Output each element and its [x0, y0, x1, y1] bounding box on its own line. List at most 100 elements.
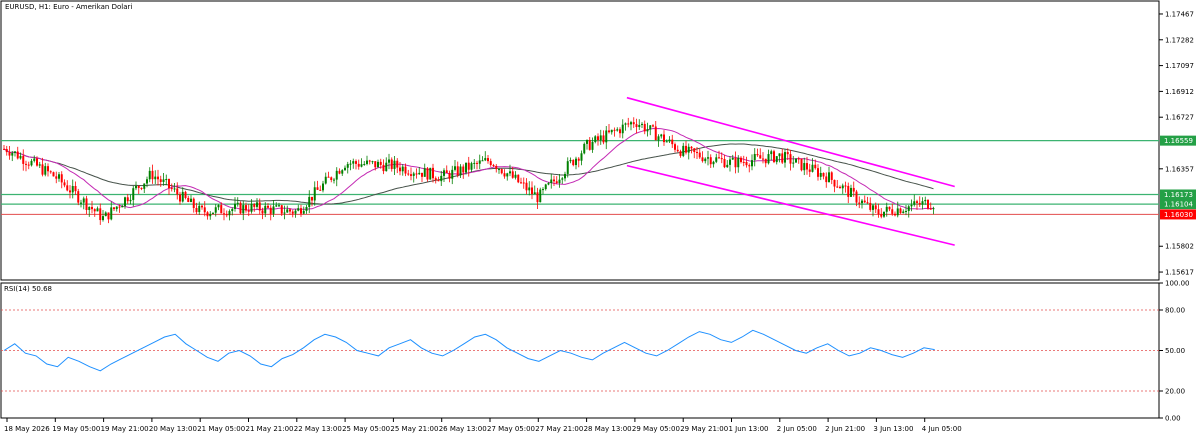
- candle-body: [151, 170, 154, 180]
- candle-body: [665, 141, 668, 143]
- candle-body: [830, 172, 833, 180]
- candle-body: [525, 182, 528, 191]
- candle-body: [302, 210, 305, 214]
- candle-body: [291, 211, 294, 214]
- candle-body: [506, 173, 509, 177]
- candle-body: [539, 189, 542, 203]
- candle-body: [759, 155, 762, 159]
- candle-body: [60, 174, 63, 183]
- candle-body: [476, 162, 478, 164]
- level-tag: 1.16173: [1164, 191, 1193, 199]
- candle-body: [234, 203, 236, 209]
- candle-body: [715, 157, 718, 162]
- candle-body: [913, 201, 916, 205]
- candle-body: [484, 158, 487, 161]
- candle-body: [550, 179, 553, 184]
- time-tick-label: 2 Jun 21:00: [825, 425, 865, 433]
- candle-body: [858, 202, 861, 204]
- candle-body: [220, 205, 223, 214]
- candle-body: [514, 174, 517, 178]
- candle-body: [225, 214, 228, 216]
- candle-body: [836, 186, 839, 188]
- candle-body: [811, 164, 814, 172]
- candle-body: [553, 179, 555, 182]
- candle-body: [55, 176, 58, 179]
- candle-body: [742, 161, 745, 163]
- candle-body: [503, 173, 506, 177]
- channel-line: [626, 96, 955, 188]
- candle-body: [751, 160, 753, 167]
- price-tick-label: 1.17097: [1165, 62, 1194, 70]
- price-tick-label: 1.17467: [1165, 10, 1194, 18]
- candle-body: [228, 211, 231, 216]
- candle-body: [434, 178, 437, 181]
- candle-body: [74, 186, 77, 192]
- channel-line: [626, 164, 955, 246]
- candle-body: [184, 191, 187, 198]
- candle-body: [366, 160, 368, 164]
- price-tick-label: 1.16727: [1165, 114, 1194, 122]
- time-tick-label: 21 May 05:00: [197, 425, 245, 433]
- candle-body: [861, 200, 863, 204]
- candle-body: [492, 165, 495, 167]
- candle-body: [863, 200, 866, 203]
- candle-body: [509, 171, 511, 174]
- candle-body: [597, 136, 599, 141]
- candle-body: [569, 159, 572, 162]
- candle-body: [236, 202, 239, 204]
- candle-body: [363, 163, 366, 165]
- candle-body: [217, 205, 220, 208]
- candle-body: [844, 185, 847, 187]
- candle-body: [762, 158, 764, 160]
- candle-body: [847, 185, 850, 197]
- candle-body: [605, 130, 608, 143]
- candle-body: [806, 163, 808, 170]
- candle-body: [390, 159, 393, 169]
- candle-body: [129, 199, 132, 202]
- candle-body: [297, 208, 300, 211]
- candle-body: [511, 171, 514, 178]
- candle-body: [36, 158, 38, 166]
- candle-body: [443, 170, 445, 176]
- candle-body: [209, 213, 212, 217]
- candle-body: [729, 159, 731, 165]
- candle-body: [874, 205, 877, 210]
- candle-body: [30, 160, 33, 166]
- candle-body: [687, 146, 690, 153]
- candle-body: [137, 185, 140, 188]
- candle-body: [663, 134, 665, 143]
- candle-body: [66, 185, 69, 191]
- candle-body: [544, 184, 547, 190]
- candle-body: [250, 204, 253, 212]
- candle-body: [817, 168, 819, 177]
- candle-body: [888, 206, 891, 210]
- candle-body: [467, 162, 470, 170]
- candle-body: [192, 198, 195, 209]
- time-tick-label: 27 May 05:00: [487, 425, 535, 433]
- candle-body: [613, 129, 616, 131]
- candle-body: [407, 173, 410, 175]
- candle-body: [195, 208, 198, 213]
- candle-body: [272, 206, 275, 214]
- price-chart-svg: 1.17467 1.17282 1.17097 1.16912 1.16727 1.163…: [0, 0, 1196, 433]
- candle-body: [385, 162, 388, 172]
- candle-body: [756, 153, 759, 156]
- candle-body: [866, 202, 869, 204]
- candle-body: [808, 169, 811, 172]
- candle-body: [214, 207, 217, 213]
- candle-body: [190, 198, 192, 202]
- candle-body: [91, 206, 93, 210]
- candle-body: [418, 172, 421, 175]
- candle-body: [740, 157, 742, 162]
- candle-body: [429, 167, 432, 180]
- candle-body: [432, 167, 434, 179]
- candle-body: [883, 211, 885, 217]
- candles: [3, 117, 935, 225]
- candle-body: [280, 205, 283, 214]
- candle-body: [641, 123, 643, 125]
- candle-body: [522, 182, 525, 184]
- candle-body: [14, 151, 16, 154]
- time-tick-label: 19 May 21:00: [101, 425, 149, 433]
- candle-body: [349, 163, 352, 165]
- candle-body: [267, 205, 269, 208]
